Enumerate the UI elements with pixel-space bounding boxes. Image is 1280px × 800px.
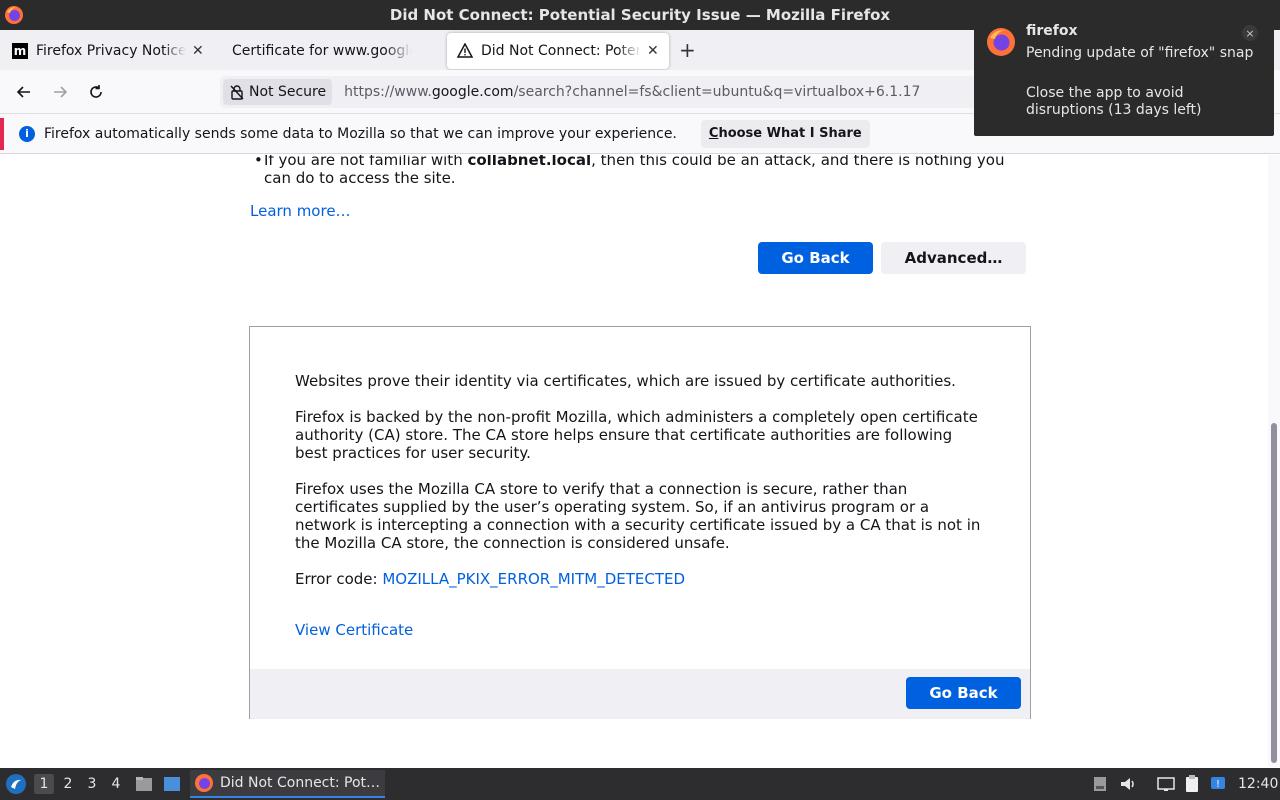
back-button[interactable] (8, 76, 40, 108)
url-host: google.com (431, 84, 514, 100)
advanced-paragraph-1: Websites prove their identity via certif… (295, 372, 956, 390)
tab-did-not-connect[interactable]: Did Not Connect: Potential ✕ (447, 33, 669, 69)
error-code-line: Error code: MOZILLA_PKIX_ERROR_MITM_DETE… (295, 570, 985, 588)
tab-label: Certificate for www.google.c (232, 43, 412, 59)
choose-what-i-share-button[interactable]: Choose What I Share (700, 119, 870, 148)
not-secure-indicator[interactable]: Not Secure (223, 79, 333, 105)
reload-button[interactable] (80, 76, 112, 108)
infobar-accent (0, 118, 4, 150)
info-icon: i (19, 125, 35, 142)
advanced-paragraph-2: Firefox is backed by the non-profit Mozi… (295, 408, 978, 462)
url-path: /search?channel=fs&client=ubuntu&q=virtu… (513, 84, 921, 100)
url-text[interactable]: https://www.google.com/search?channel=fs… (344, 84, 920, 100)
warning-bullet: • If you are not familiar with collabnet… (254, 155, 1024, 187)
reload-icon (90, 84, 102, 98)
view-certificate-line: View Certificate (295, 621, 985, 639)
bullet-hostname: collabnet.local (467, 155, 592, 169)
error-code-link[interactable]: MOZILLA_PKIX_ERROR_MITM_DETECTED (382, 570, 685, 588)
workspace-2[interactable]: 2 (58, 774, 78, 794)
button-label-rest: hoose What I Share (718, 126, 862, 141)
firefox-logo-icon (987, 28, 1015, 56)
tab-certificate[interactable]: Certificate for www.google.c (222, 33, 447, 69)
url-bar[interactable]: Not Secure https://www.google.com/search… (220, 76, 1000, 108)
go-back-button[interactable]: Go Back (758, 242, 873, 274)
file-manager-icon[interactable] (134, 774, 154, 794)
mozilla-m-icon: m (12, 43, 28, 59)
page-content: • If you are not familiar with collabnet… (0, 155, 1268, 767)
window-title: Did Not Connect: Potential Security Issu… (389, 6, 891, 24)
view-certificate-link[interactable]: View Certificate (295, 621, 413, 639)
close-tab-icon[interactable]: ✕ (192, 43, 204, 59)
update-notification-icon[interactable]: ! (1208, 774, 1228, 794)
bullet-text-pre: If you are not familiar with (264, 155, 468, 169)
infobar-message: Firefox automatically sends some data to… (44, 125, 677, 142)
network-icon[interactable] (1090, 774, 1110, 794)
svg-text:!: ! (1216, 779, 1220, 790)
page-scrollbar[interactable] (1268, 155, 1280, 767)
notification-close-icon[interactable]: × (1242, 25, 1258, 41)
advanced-panel-footer: Go Back (250, 669, 1030, 719)
forward-button[interactable] (44, 76, 76, 108)
lock-warning-icon (230, 85, 244, 100)
snap-update-notification[interactable]: firefox Pending update of "firefox" snap… (974, 7, 1274, 136)
clock: 12:40 (1238, 776, 1279, 792)
close-tab-icon[interactable]: ✕ (647, 43, 659, 59)
clipboard-icon[interactable] (1182, 774, 1202, 794)
taskbar: 1 2 3 4 Did Not Connect: Pot… ! 12:40 (0, 768, 1280, 800)
button-access-key: C (708, 126, 719, 141)
url-prefix: https://www. (344, 84, 432, 100)
taskbar-task-label: Did Not Connect: Pot… (220, 775, 381, 791)
go-back-button-secondary[interactable]: Go Back (906, 677, 1021, 709)
arrow-left-icon (16, 85, 30, 98)
advanced-paragraph-3: Firefox uses the Mozilla CA store to ver… (295, 480, 981, 552)
workspace-3[interactable]: 3 (82, 774, 102, 794)
workspace-4[interactable]: 4 (106, 774, 126, 794)
learn-more-link[interactable]: Learn more… (250, 202, 351, 220)
new-tab-plus-icon[interactable]: + (679, 38, 696, 62)
taskbar-firefox-window[interactable]: Did Not Connect: Pot… (190, 770, 385, 798)
firefox-logo-icon (195, 774, 213, 792)
workspace-1[interactable]: 1 (34, 774, 54, 794)
notification-line-1: Pending update of "firefox" snap (1026, 45, 1254, 61)
tab-label: Firefox Privacy Notice — M (36, 43, 186, 59)
notification-app-name: firefox (1026, 23, 1078, 39)
advanced-panel: Websites prove their identity via certif… (249, 326, 1031, 719)
tab-label: Did Not Connect: Potential (481, 43, 641, 59)
firefox-logo-icon (5, 6, 23, 24)
notification-line-2: Close the app to avoid disruptions (13 d… (1026, 85, 1202, 118)
arrow-right-icon (54, 85, 68, 98)
not-secure-label: Not Secure (249, 84, 327, 100)
bullet-dot: • (254, 155, 263, 169)
error-code-label: Error code: (295, 570, 383, 588)
scrollbar-thumb[interactable] (1271, 423, 1277, 763)
start-menu-icon[interactable] (5, 773, 27, 795)
desktop-icon[interactable] (162, 774, 182, 794)
warning-triangle-icon (457, 43, 473, 58)
display-icon[interactable] (1156, 774, 1176, 794)
tab-privacy-notice[interactable]: m Firefox Privacy Notice — M ✕ (2, 33, 222, 69)
volume-icon[interactable] (1118, 774, 1138, 794)
advanced-button[interactable]: Advanced… (881, 242, 1026, 274)
